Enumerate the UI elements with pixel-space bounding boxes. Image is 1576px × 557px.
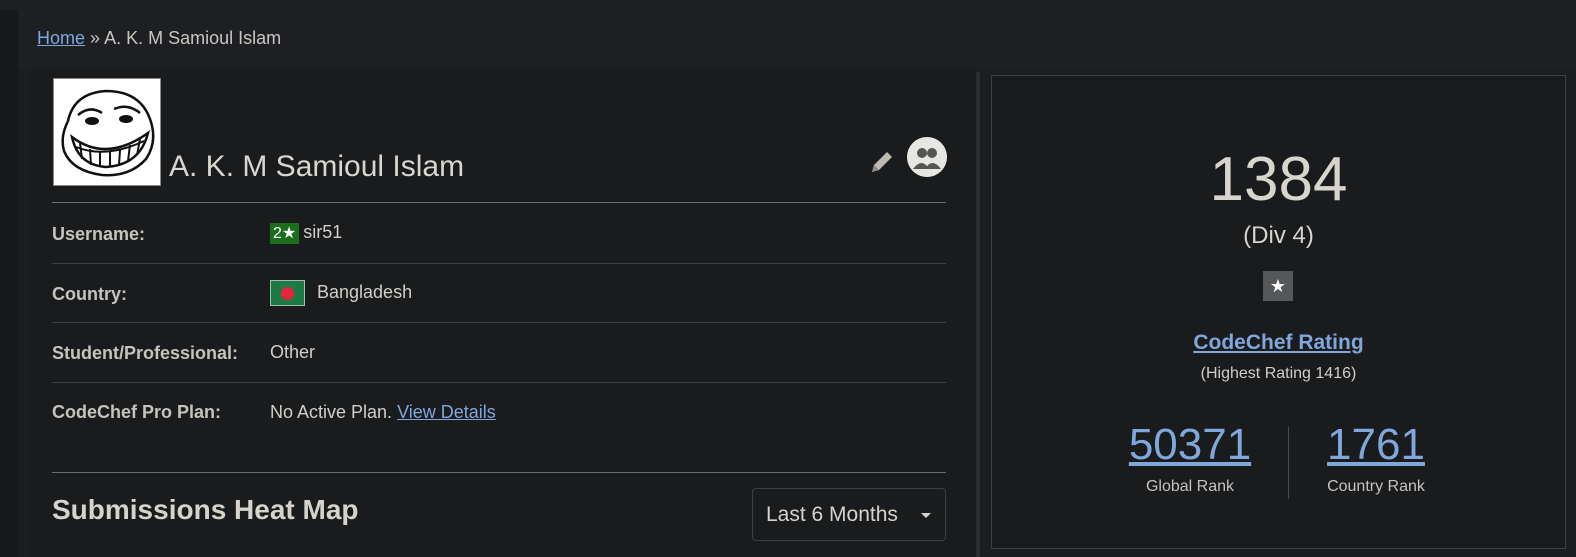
row-divider (52, 322, 946, 323)
breadcrumb: Home » A. K. M Samioul Islam (37, 28, 281, 49)
rating-value: 1384 (1209, 145, 1348, 214)
rating-division: (Div 4) (1243, 222, 1314, 249)
country-rank-label: Country Rank (1327, 478, 1425, 495)
codechef-rating-link[interactable]: CodeChef Rating (1193, 331, 1363, 354)
section-divider (52, 472, 946, 473)
pro-plan-label: CodeChef Pro Plan: (52, 402, 222, 422)
star-icon: ★ (1263, 271, 1293, 301)
breadcrumb-separator: » (90, 28, 101, 48)
country-rank: 1761 Country Rank (1281, 420, 1471, 496)
top-bar (0, 0, 1576, 10)
username-text: sir51 (303, 222, 343, 242)
country-label: Country: (52, 284, 127, 304)
pro-plan-value: No Active Plan. View Details (270, 402, 496, 423)
profile-name: A. K. M Samioul Islam (169, 150, 465, 183)
username-value: 2★ sir51 (270, 222, 342, 244)
country-text: Bangladesh (317, 281, 413, 302)
rating-title: CodeChef Rating (991, 331, 1566, 355)
bangladesh-flag-icon (270, 280, 305, 306)
breadcrumb-home-link[interactable]: Home (37, 28, 85, 48)
pencil-icon[interactable] (868, 148, 896, 176)
breadcrumb-current: A. K. M Samioul Islam (104, 28, 282, 48)
troll-face-icon (61, 89, 155, 177)
country-value: Bangladesh (270, 280, 412, 306)
heatmap-range-value: Last 6 Months (766, 503, 898, 526)
highest-rating: (Highest Rating 1416) (1200, 365, 1357, 382)
global-rank: 50371 Global Rank (1095, 420, 1285, 496)
view-details-link[interactable]: View Details (397, 402, 496, 422)
global-rank-link[interactable]: 50371 (1095, 420, 1285, 470)
profile-details-panel (30, 68, 976, 557)
status-value: Other (270, 342, 316, 362)
pro-plan-text: No Active Plan. (270, 402, 393, 422)
row-divider (52, 382, 946, 383)
row-divider (52, 263, 946, 264)
heatmap-range-select[interactable]: Last 6 Months (752, 488, 946, 541)
column-divider (976, 72, 980, 557)
country-rank-link[interactable]: 1761 (1281, 420, 1471, 470)
header-divider (52, 202, 946, 203)
profile-avatar (53, 78, 161, 186)
star-rating-badge: 2★ (270, 223, 300, 244)
status-label: Student/Professional: (52, 343, 239, 363)
heatmap-title: Submissions Heat Map (52, 494, 359, 525)
caret-down-icon (921, 513, 931, 518)
username-label: Username: (52, 224, 146, 244)
global-rank-label: Global Rank (1145, 478, 1235, 495)
users-icon[interactable] (907, 137, 947, 177)
